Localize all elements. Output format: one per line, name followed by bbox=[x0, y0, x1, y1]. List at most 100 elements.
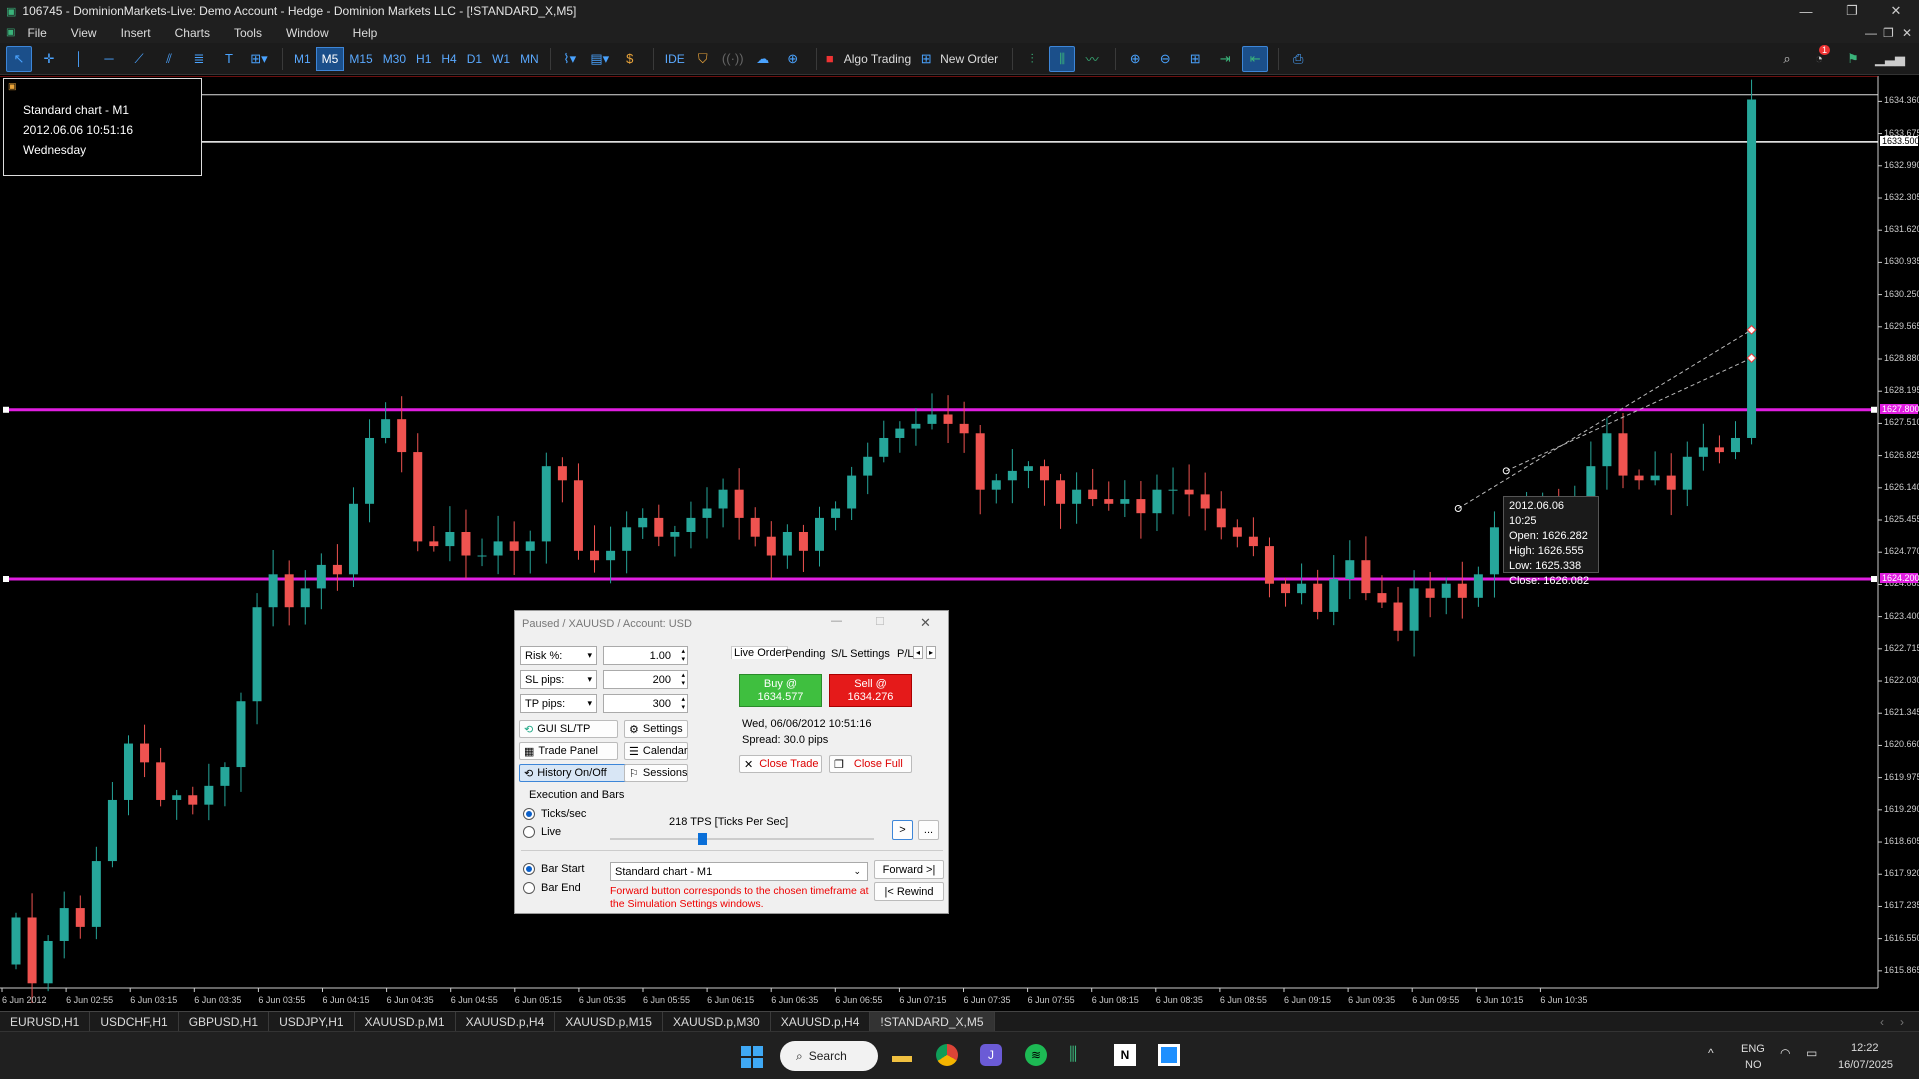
windows-start-icon[interactable] bbox=[741, 1046, 763, 1068]
crosshair-icon[interactable]: ✛ bbox=[36, 46, 62, 72]
chart-tab[interactable]: XAUUSD.p,M30 bbox=[663, 1011, 771, 1032]
tps-slider-thumb[interactable] bbox=[698, 833, 708, 845]
channel-icon[interactable]: ⫽ bbox=[156, 46, 182, 72]
timeframe-m15[interactable]: M15 bbox=[344, 47, 377, 71]
spinner-icon[interactable]: ▴ ▾ bbox=[681, 672, 685, 688]
bar-chart-icon[interactable]: ⫶ bbox=[1019, 46, 1045, 72]
bag-icon[interactable]: ⛉ bbox=[690, 46, 716, 72]
chart-type-select[interactable]: Standard chart - M1 ⌄ bbox=[610, 862, 868, 881]
timeframe-m1[interactable]: M1 bbox=[289, 47, 316, 71]
ticks-radio[interactable] bbox=[523, 808, 535, 820]
clock-date[interactable]: 16/07/2025 bbox=[1838, 1059, 1893, 1071]
sl-select[interactable]: SL pips: ▾ bbox=[520, 670, 597, 689]
restore-button[interactable]: ❐ bbox=[1829, 0, 1875, 22]
text-tool-icon[interactable]: T bbox=[216, 46, 242, 72]
chart-tab[interactable]: XAUUSD.p,H4 bbox=[771, 1011, 871, 1032]
chart-tab-active[interactable]: !STANDARD_X,M5 bbox=[870, 1011, 995, 1032]
timeframe-m30[interactable]: M30 bbox=[378, 47, 411, 71]
taskbar-search[interactable]: ⌕ Search bbox=[780, 1041, 878, 1071]
battery-icon[interactable]: ▭ bbox=[1806, 1046, 1817, 1060]
tab-scroll-right-icon[interactable]: › bbox=[1900, 1015, 1904, 1029]
gui-sltp-button[interactable]: ⟲ GUI SL/TP bbox=[519, 720, 618, 738]
settings-button[interactable]: ⚙ Settings bbox=[624, 720, 688, 738]
chart-shift-icon[interactable]: ⇤ bbox=[1242, 45, 1269, 72]
live-radio[interactable] bbox=[523, 826, 535, 838]
bar-start-label[interactable]: Bar Start bbox=[541, 863, 584, 875]
menu-file[interactable]: File bbox=[15, 26, 58, 40]
chart-tab[interactable]: USDJPY,H1 bbox=[269, 1011, 355, 1032]
signal-icon[interactable]: ((·)) bbox=[720, 46, 746, 72]
sessions-button[interactable]: ⚐ Sessions bbox=[624, 764, 688, 782]
history-button[interactable]: ⟲ History On/Off bbox=[519, 764, 629, 782]
tp-select[interactable]: TP pips: ▾ bbox=[520, 694, 597, 713]
trendline-icon[interactable]: ⟋ bbox=[126, 46, 152, 72]
clock-time[interactable]: 12:22 bbox=[1851, 1042, 1879, 1054]
tps-slider-track[interactable] bbox=[610, 838, 874, 840]
fibonacci-icon[interactable]: ≣ bbox=[186, 46, 212, 72]
menu-tools[interactable]: Tools bbox=[222, 26, 274, 40]
close-full-button[interactable]: ❐ Close Full bbox=[829, 755, 912, 773]
mdi-close-icon[interactable]: ✕ bbox=[1902, 26, 1912, 40]
mdi-restore-icon[interactable]: ❐ bbox=[1883, 26, 1894, 40]
panel-maximize-icon[interactable]: ☐ bbox=[875, 615, 885, 628]
tab-scroll-right-icon[interactable]: ▸ bbox=[926, 646, 937, 659]
zoom-out-icon[interactable]: ⊖ bbox=[1152, 46, 1178, 72]
tab-scroll-left-icon[interactable]: ‹ bbox=[1880, 1015, 1884, 1029]
tab-pending[interactable]: Pending bbox=[785, 648, 825, 660]
close-button[interactable]: ✕ bbox=[1873, 0, 1919, 22]
screenshot-icon[interactable]: ⎙ bbox=[1285, 46, 1311, 72]
menu-insert[interactable]: Insert bbox=[109, 26, 163, 40]
price-chart[interactable]: 1634.360 1633.675 1632.990 1632.305 1631.620… bbox=[0, 76, 1919, 1011]
spinner-icon[interactable]: ▴ ▾ bbox=[681, 648, 685, 664]
timeframe-h1[interactable]: H1 bbox=[411, 47, 436, 71]
menu-charts[interactable]: Charts bbox=[163, 26, 222, 40]
metatrader-icon[interactable]: ⫼ bbox=[1069, 1044, 1077, 1065]
account-icon[interactable]: ⚑ bbox=[1840, 46, 1866, 72]
calendar-button[interactable]: ☰ Calendar bbox=[624, 742, 688, 760]
tab-sl-settings[interactable]: S/L Settings bbox=[831, 648, 890, 660]
chart-tab[interactable]: XAUUSD.p,M15 bbox=[555, 1011, 663, 1032]
rewind-button[interactable]: |< Rewind bbox=[874, 882, 944, 901]
menu-window[interactable]: Window bbox=[274, 26, 341, 40]
file-explorer-icon[interactable]: ▬ bbox=[892, 1045, 912, 1068]
vertical-line-icon[interactable]: │ bbox=[66, 46, 92, 72]
timeframe-h4[interactable]: H4 bbox=[436, 47, 461, 71]
live-label[interactable]: Live bbox=[541, 826, 561, 838]
chart-tab[interactable]: EURUSD,H1 bbox=[0, 1011, 91, 1032]
autoscroll-icon[interactable]: ⇥ bbox=[1212, 46, 1238, 72]
chart-tab[interactable]: USDCHF,H1 bbox=[90, 1011, 179, 1032]
bar-end-label[interactable]: Bar End bbox=[541, 882, 581, 894]
close-trade-button[interactable]: ✕ Close Trade bbox=[739, 755, 822, 773]
templates-icon[interactable]: ▤▾ bbox=[587, 46, 613, 72]
new-order-label[interactable]: New Order bbox=[940, 52, 998, 66]
notion-icon[interactable]: N bbox=[1114, 1044, 1136, 1066]
horizontal-line-icon[interactable]: ─ bbox=[96, 46, 122, 72]
algo-trading-icon[interactable]: ■ bbox=[823, 46, 837, 72]
bar-start-radio[interactable] bbox=[523, 863, 535, 875]
risk-select[interactable]: Risk %: ▾ bbox=[520, 646, 597, 665]
chrome-icon[interactable] bbox=[936, 1044, 958, 1066]
wifi-icon[interactable]: ◠ bbox=[1780, 1046, 1790, 1060]
timeframe-m5[interactable]: M5 bbox=[315, 46, 345, 71]
chart-canvas[interactable] bbox=[0, 76, 1919, 1011]
more-button[interactable]: ... bbox=[918, 820, 939, 840]
algo-trading-label[interactable]: Algo Trading bbox=[844, 52, 911, 66]
app2-icon[interactable] bbox=[1158, 1044, 1180, 1066]
tp-input[interactable]: 300 ▴ ▾ bbox=[603, 694, 688, 713]
cloud-icon[interactable]: ☁ bbox=[750, 46, 776, 72]
minimize-button[interactable]: — bbox=[1783, 0, 1829, 22]
tab-pl[interactable]: P/L bbox=[897, 648, 914, 660]
step-button[interactable]: > bbox=[892, 820, 913, 840]
sell-button[interactable]: Sell @ 1634.276 bbox=[829, 674, 912, 707]
trade-panel-button[interactable]: ▦ Trade Panel bbox=[519, 742, 618, 760]
chart-tab[interactable]: GBPUSD,H1 bbox=[179, 1011, 270, 1032]
chart-tab[interactable]: XAUUSD.p,M1 bbox=[355, 1011, 456, 1032]
language-top[interactable]: ENG bbox=[1741, 1043, 1765, 1055]
panel-close-icon[interactable]: ✕ bbox=[920, 615, 931, 631]
timeframe-mn[interactable]: MN bbox=[515, 47, 544, 71]
sl-input[interactable]: 200 ▴ ▾ bbox=[603, 670, 688, 689]
shapes-icon[interactable]: ⊞▾ bbox=[246, 46, 272, 72]
search-icon[interactable]: ⌕ bbox=[1774, 46, 1800, 72]
dollar-icon[interactable]: $ bbox=[617, 46, 643, 72]
risk-input[interactable]: 1.00 ▴ ▾ bbox=[603, 646, 688, 665]
